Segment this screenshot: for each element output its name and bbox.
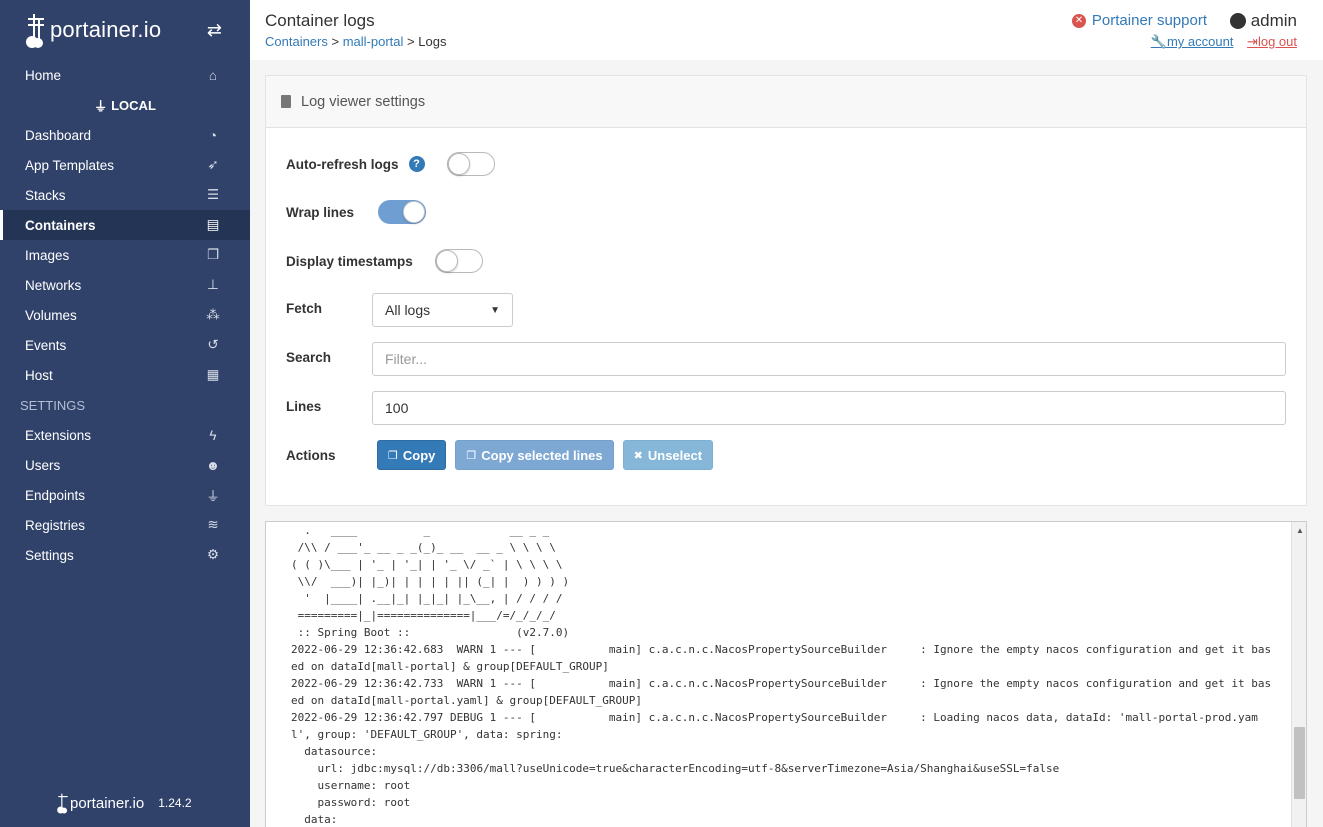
logout-link[interactable]: ⇥log out xyxy=(1247,34,1297,49)
chevron-down-icon: ▼ xyxy=(490,304,500,316)
sidebar-item-host[interactable]: Host ▦ xyxy=(0,360,250,390)
username: admin xyxy=(1250,11,1297,30)
portainer-logo-icon xyxy=(26,14,44,48)
sidebar-item-settings[interactable]: Settings ⚙ xyxy=(0,540,250,570)
server-icon: ▤ xyxy=(206,217,220,232)
sidebar-item-home[interactable]: Home ⌂ xyxy=(0,60,250,90)
sidebar-nav: Home ⌂ ⏚ LOCAL Dashboard ◔ App Templates ➶ S… xyxy=(0,60,250,570)
panel-header: Log viewer settings xyxy=(266,76,1306,128)
toggle-knob xyxy=(447,153,470,175)
sitemap-icon: ⊥ xyxy=(207,277,219,292)
sidebar-item-stacks[interactable]: Stacks ☰ xyxy=(0,180,250,210)
users-icon: ☻ xyxy=(205,457,221,473)
version-label: 1.24.2 xyxy=(158,796,192,810)
user-menu: admin xyxy=(1229,11,1297,31)
times-icon: ✖ xyxy=(633,449,643,462)
search-label: Search xyxy=(286,350,332,365)
database-icon: ≋ xyxy=(207,517,219,532)
wrench-icon: 🔧 xyxy=(1150,34,1167,49)
copy-selected-lines-button[interactable]: ❐ Copy selected lines xyxy=(455,440,614,470)
wrap-lines-label: Wrap lines xyxy=(286,204,355,220)
auto-refresh-row: Auto-refresh logs ? xyxy=(286,152,495,176)
times-circle-icon: ✕ xyxy=(1071,13,1086,28)
sidebar-item-dashboard[interactable]: Dashboard ◔ xyxy=(0,120,250,150)
toggle-knob xyxy=(403,201,426,223)
my-account-link[interactable]: 🔧my account xyxy=(1151,34,1234,49)
actions-group: ❐ Copy ❐ Copy selected lines ✖ Unselect xyxy=(377,440,722,470)
log-text[interactable]: . ____ _ __ _ _ /\\ / ___'_ __ _ _(_)_ _… xyxy=(266,522,1306,827)
panel-title: Log viewer settings xyxy=(301,93,426,110)
breadcrumb-container[interactable]: mall-portal xyxy=(343,34,404,49)
sidebar-section-settings: SETTINGS xyxy=(20,397,86,413)
sidebar-item-users[interactable]: Users ☻ xyxy=(0,450,250,480)
breadcrumb-containers[interactable]: Containers xyxy=(265,34,328,49)
sidebar-item-endpoints[interactable]: Endpoints ⏚ xyxy=(0,480,250,510)
plug-icon: ⏚ xyxy=(94,98,108,114)
user-circle-icon xyxy=(1229,13,1246,29)
scroll-up-icon[interactable]: ▲ xyxy=(1296,526,1304,535)
auto-refresh-label: Auto-refresh logs xyxy=(286,156,399,172)
sidebar-item-containers[interactable]: Containers ▤ xyxy=(0,210,250,240)
tachometer-icon: ◔ xyxy=(208,127,218,143)
sidebar: portainer.io ⇄ Home ⌂ ⏚ LOCAL Dashboard ◔ A… xyxy=(0,0,250,827)
cubes-icon: ⁂ xyxy=(206,307,220,322)
auto-refresh-toggle[interactable] xyxy=(446,152,495,176)
wrap-lines-row: Wrap lines xyxy=(286,200,427,224)
brand-logo[interactable]: portainer.io ⇄ xyxy=(0,0,250,60)
fetch-label: Fetch xyxy=(286,301,323,316)
sign-out-icon: ⇥ xyxy=(1247,34,1258,49)
page-title: Container logs xyxy=(265,11,375,30)
plug-icon: ⏚ xyxy=(206,489,220,504)
list-icon: ☰ xyxy=(206,187,220,202)
wrap-lines-toggle[interactable] xyxy=(378,200,427,224)
sidebar-item-registries[interactable]: Registries ≋ xyxy=(0,510,250,540)
fetch-select[interactable]: All logs ▼ xyxy=(372,293,513,327)
question-circle-icon[interactable]: ? xyxy=(408,156,425,172)
sidebar-toggle-icon[interactable]: ⇄ xyxy=(207,20,222,41)
sidebar-footer: portainer.io 1.24.2 xyxy=(56,791,192,815)
lines-label: Lines xyxy=(286,399,322,414)
timestamps-row: Display timestamps xyxy=(286,249,483,273)
sidebar-item-extensions[interactable]: Extensions ϟ xyxy=(0,420,250,450)
breadcrumb: Containers > mall-portal > Logs xyxy=(265,34,447,49)
brand-name: portainer.io xyxy=(50,17,162,42)
toggle-knob xyxy=(435,250,458,272)
portainer-logo-icon xyxy=(57,793,68,814)
unselect-button[interactable]: ✖ Unselect xyxy=(622,440,714,470)
sidebar-item-events[interactable]: Events ↺ xyxy=(0,330,250,360)
bolt-icon: ϟ xyxy=(209,427,217,443)
rocket-icon: ➶ xyxy=(207,157,219,172)
th-icon: ▦ xyxy=(206,367,220,382)
cogs-icon: ⚙ xyxy=(206,547,220,562)
timestamps-label: Display timestamps xyxy=(286,253,413,269)
copy-icon: ❐ xyxy=(388,449,398,462)
log-output[interactable]: . ____ _ __ _ _ /\\ / ___'_ __ _ _(_)_ _… xyxy=(265,521,1307,827)
support-link[interactable]: ✕ Portainer support xyxy=(1071,12,1207,29)
scrollbar-thumb[interactable] xyxy=(1294,727,1305,799)
sidebar-item-images[interactable]: Images ❐ xyxy=(0,240,250,270)
home-icon: ⌂ xyxy=(208,67,218,83)
breadcrumb-current: Logs xyxy=(418,34,447,49)
page-header: Container logs Containers > mall-portal … xyxy=(250,0,1323,60)
timestamps-toggle[interactable] xyxy=(434,249,483,273)
clone-icon: ❐ xyxy=(206,247,220,262)
log-scrollbar[interactable]: ▲ xyxy=(1291,522,1306,827)
copy-icon: ❐ xyxy=(466,449,477,462)
file-text-icon xyxy=(281,95,291,108)
search-input[interactable]: Filter... xyxy=(372,342,1286,376)
sidebar-item-app-templates[interactable]: App Templates ➶ xyxy=(0,150,250,180)
footer-logo: portainer.io xyxy=(56,791,144,815)
lines-input[interactable]: 100 xyxy=(372,391,1286,425)
endpoint-name: ⏚ LOCAL xyxy=(94,97,156,114)
user-links: 🔧my account ⇥log out xyxy=(1141,34,1297,50)
sidebar-item-volumes[interactable]: Volumes ⁂ xyxy=(0,300,250,330)
history-icon: ↺ xyxy=(207,337,219,352)
sidebar-item-networks[interactable]: Networks ⊥ xyxy=(0,270,250,300)
log-viewer-settings-panel: Log viewer settings Auto-refresh logs ? … xyxy=(265,75,1307,506)
copy-button[interactable]: ❐ Copy xyxy=(377,440,447,470)
actions-label: Actions xyxy=(286,448,336,463)
